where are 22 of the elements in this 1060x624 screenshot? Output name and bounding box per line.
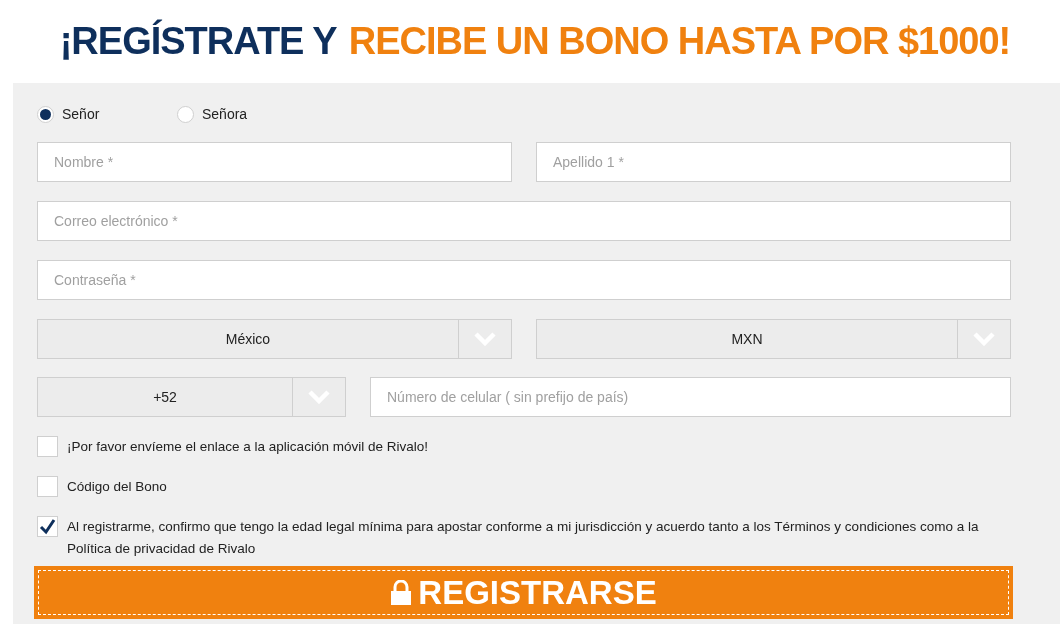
dropdown[interactable]: +52 — [37, 377, 346, 417]
radio-button[interactable] — [37, 105, 54, 123]
dropdown[interactable]: México — [37, 319, 512, 359]
headline: ¡REGÍSTRATE Y — [59, 18, 337, 64]
text-field[interactable]: Correo electrónico * — [37, 201, 1011, 241]
checkbox-label: Código del Bono — [67, 478, 168, 496]
text-field[interactable]: Nombre * — [37, 142, 512, 182]
checkbox-label: Al registrarme, confirmo que tengo la edad legal mínima para apostar conforme a mi jurisdicción y acuerdo tanto a los Términos y condiciones como a la Política de privacidad de Rivalo — [67, 518, 980, 558]
text-field[interactable]: Contraseña * — [37, 260, 1011, 300]
checkbox[interactable] — [37, 476, 58, 497]
checkmark-icon — [39, 518, 56, 535]
radio-label: Señora — [202, 104, 248, 124]
dropdown[interactable]: MXN — [536, 319, 1011, 359]
radio-button[interactable] — [177, 105, 194, 123]
headline-highlight: RECIBE UN BONO HASTA POR $1000! — [348, 19, 1011, 64]
padlock-icon — [390, 579, 413, 606]
checkbox-label: ¡Por favor envíeme el enlace a la aplicación móvil de Rivalo! — [67, 438, 429, 456]
text-field[interactable]: Número de celular ( sin prefijo de país) — [370, 377, 1011, 417]
text-field[interactable]: Apellido 1 * — [536, 142, 1011, 182]
checkbox[interactable] — [37, 436, 58, 457]
checkbox[interactable] — [37, 516, 58, 537]
radio-label: Señor — [62, 104, 100, 124]
